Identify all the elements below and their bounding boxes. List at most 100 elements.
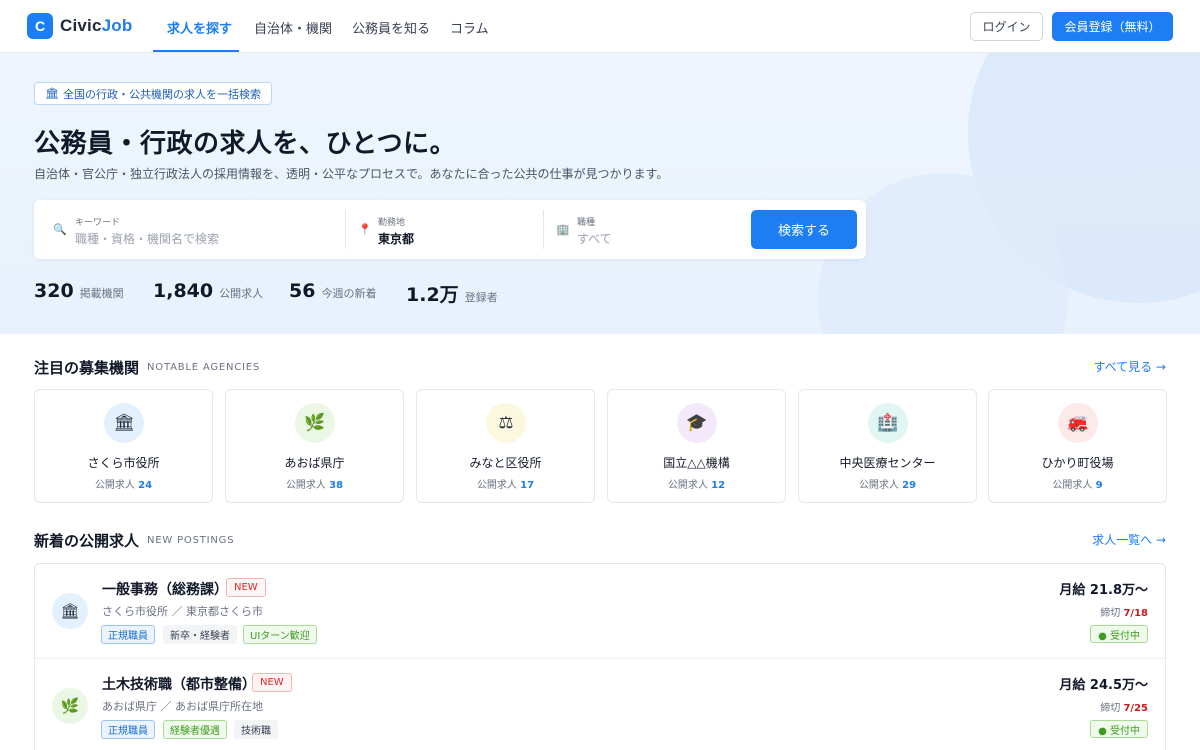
deadline-label: 締切 <box>1100 608 1121 619</box>
postings-section-subtitle: NEW POSTINGS <box>147 535 235 546</box>
view-all-postings-link[interactable]: 求人一覧へ → <box>1092 531 1166 548</box>
stat-label: 登録者 <box>464 291 498 304</box>
agency-job-count: 公開求人 38 <box>226 476 403 491</box>
deadline-date: 7/25 <box>1123 703 1148 714</box>
job-deadline: 締切 7/18 <box>1100 604 1148 619</box>
agency-job-count: 公開求人 24 <box>35 476 212 491</box>
nav-find-jobs[interactable]: 求人を探す <box>167 18 232 37</box>
agency-card[interactable]: 🏛 さくら市役所 公開求人 24 <box>34 389 213 503</box>
agency-card[interactable]: 🏥 中央医療センター 公開求人 29 <box>798 389 977 503</box>
register-button[interactable]: 会員登録（無料） <box>1052 12 1173 41</box>
city-hall-icon: 🏛 <box>104 403 144 443</box>
leaf-icon: 🌿 <box>52 688 88 724</box>
agencies-section-title: 注目の募集機関 <box>34 359 140 377</box>
job-row[interactable]: 🌿 土木技術職（都市整備） NEW あおば県庁 ／ あおば県庁所在地 正規職員 … <box>35 658 1165 750</box>
job-count-label: 公開求人 <box>476 480 517 491</box>
fire-engine-icon: 🚒 <box>1058 403 1098 443</box>
logo-icon[interactable]: C <box>27 13 53 39</box>
postings-section-title: 新着の公開求人 <box>34 532 140 550</box>
job-count-label: 公開求人 <box>94 480 135 491</box>
leaf-icon: 🌿 <box>295 403 335 443</box>
location-pin-icon: 📍 <box>358 223 372 236</box>
job-count-value: 9 <box>1095 480 1103 491</box>
job-tag: UIターン歓迎 <box>243 625 317 644</box>
hero-subtitle: 自治体・官公庁・独立行政法人の採用情報を、透明・公平なプロセスで。あなたに合った… <box>34 167 669 181</box>
agency-name: みなと区役所 <box>469 456 542 470</box>
deadline-date: 7/18 <box>1123 608 1148 619</box>
stat-value: 56 <box>289 280 316 302</box>
stat-registered-users: 1.2万 登録者 <box>406 280 498 307</box>
stat-label: 公開求人 <box>219 287 264 300</box>
stat-open-jobs: 1,840 公開求人 <box>153 280 263 302</box>
new-badge: NEW <box>226 578 266 597</box>
login-button[interactable]: ログイン <box>970 12 1043 41</box>
stat-new-this-week: 56 今週の新着 <box>289 280 376 302</box>
hero-title: 公務員・行政の求人を、ひとつに。 <box>34 129 457 159</box>
status-badge: ● 受付中 <box>1090 720 1148 738</box>
agency-name: 中央医療センター <box>839 456 936 470</box>
top-header: C CivicJob 求人を探す 自治体・機関 公務員を知る コラム ログイン … <box>0 0 1200 53</box>
hospital-icon: 🏥 <box>868 403 908 443</box>
job-title[interactable]: 一般事務（総務課） <box>102 579 228 599</box>
hero-section: 🏛 全国の行政・公共機関の求人を一括検索 公務員・行政の求人を、ひとつに。 自治… <box>0 53 1200 334</box>
nav-about-civil-service[interactable]: 公務員を知る <box>352 18 430 37</box>
agency-name: さくら市役所 <box>87 456 160 470</box>
building-icon: 🏢 <box>556 223 570 236</box>
category-field[interactable]: 🏢 職種 すべて <box>544 200 744 259</box>
job-salary: 月給 24.5万〜 <box>1059 678 1148 693</box>
view-all-agencies-link[interactable]: すべて見る → <box>1093 358 1166 375</box>
location-field[interactable]: 📍 勤務地 東京都 <box>346 200 543 259</box>
job-count-label: 公開求人 <box>858 480 899 491</box>
job-count-label: 公開求人 <box>667 480 708 491</box>
job-list: 🏛 一般事務（総務課） NEW さくら市役所 ／ 東京都さくら市 正規職員 新卒… <box>34 563 1166 750</box>
keyword-label: キーワード <box>75 218 121 228</box>
nav-column[interactable]: コラム <box>450 18 489 37</box>
keyword-field[interactable]: 🔍 キーワード 職種・資格・機関名で検索 <box>34 200 345 259</box>
category-label: 職種 <box>577 218 596 228</box>
hero-badge: 🏛 全国の行政・公共機関の求人を一括検索 <box>34 82 272 105</box>
scales-icon: ⚖ <box>486 403 526 443</box>
job-title[interactable]: 土木技術職（都市整備） <box>102 674 256 694</box>
agency-card[interactable]: 🌿 あおば県庁 公開求人 38 <box>225 389 404 503</box>
logo-text[interactable]: CivicJob <box>60 16 132 36</box>
category-select[interactable]: すべて <box>577 230 612 247</box>
job-salary: 月給 21.8万〜 <box>1059 583 1148 598</box>
government-building-icon: 🏛 <box>45 87 59 100</box>
agency-card[interactable]: 🚒 ひかり町役場 公開求人 9 <box>988 389 1167 503</box>
job-tag: 正規職員 <box>101 720 155 739</box>
agency-job-count: 公開求人 29 <box>799 476 976 491</box>
location-select[interactable]: 東京都 <box>378 230 414 247</box>
agency-name: 国立△△機構 <box>663 456 730 470</box>
job-count-value: 38 <box>329 480 344 491</box>
nav-agencies[interactable]: 自治体・機関 <box>254 18 332 37</box>
agency-name: ひかり町役場 <box>1041 456 1114 470</box>
deadline-label: 締切 <box>1100 703 1121 714</box>
job-count-label: 公開求人 <box>1052 480 1093 491</box>
agency-job-count: 公開求人 9 <box>989 476 1166 491</box>
agency-job-count: 公開求人 12 <box>608 476 785 491</box>
agency-name: あおば県庁 <box>284 456 345 470</box>
stat-label: 今週の新着 <box>321 287 377 300</box>
job-count-value: 24 <box>138 480 153 491</box>
search-bar: 🔍 キーワード 職種・資格・機関名で検索 📍 勤務地 東京都 🏢 職種 すべて … <box>34 200 866 259</box>
job-tag: 技術職 <box>234 720 278 739</box>
job-row[interactable]: 🏛 一般事務（総務課） NEW さくら市役所 ／ 東京都さくら市 正規職員 新卒… <box>35 564 1165 658</box>
hero-badge-text: 全国の行政・公共機関の求人を一括検索 <box>62 87 261 101</box>
new-badge: NEW <box>252 673 292 692</box>
stat-value: 1.2万 <box>406 284 459 306</box>
logo-name-part1: Civic <box>60 16 102 35</box>
stat-label: 掲載機関 <box>79 287 124 300</box>
search-button[interactable]: 検索する <box>751 210 857 249</box>
city-hall-icon: 🏛 <box>52 593 88 629</box>
logo-name-part2: Job <box>101 16 133 35</box>
active-nav-indicator <box>153 50 239 52</box>
job-tag: 新卒・経験者 <box>163 625 237 644</box>
job-count-value: 29 <box>902 480 917 491</box>
keyword-input[interactable]: 職種・資格・機関名で検索 <box>75 230 219 247</box>
job-count-value: 17 <box>520 480 535 491</box>
stat-value: 320 <box>34 280 74 302</box>
search-icon: 🔍 <box>53 223 67 236</box>
agency-card[interactable]: ⚖ みなと区役所 公開求人 17 <box>416 389 595 503</box>
stat-agencies: 320 掲載機関 <box>34 280 124 302</box>
agency-card[interactable]: 🎓 国立△△機構 公開求人 12 <box>607 389 786 503</box>
